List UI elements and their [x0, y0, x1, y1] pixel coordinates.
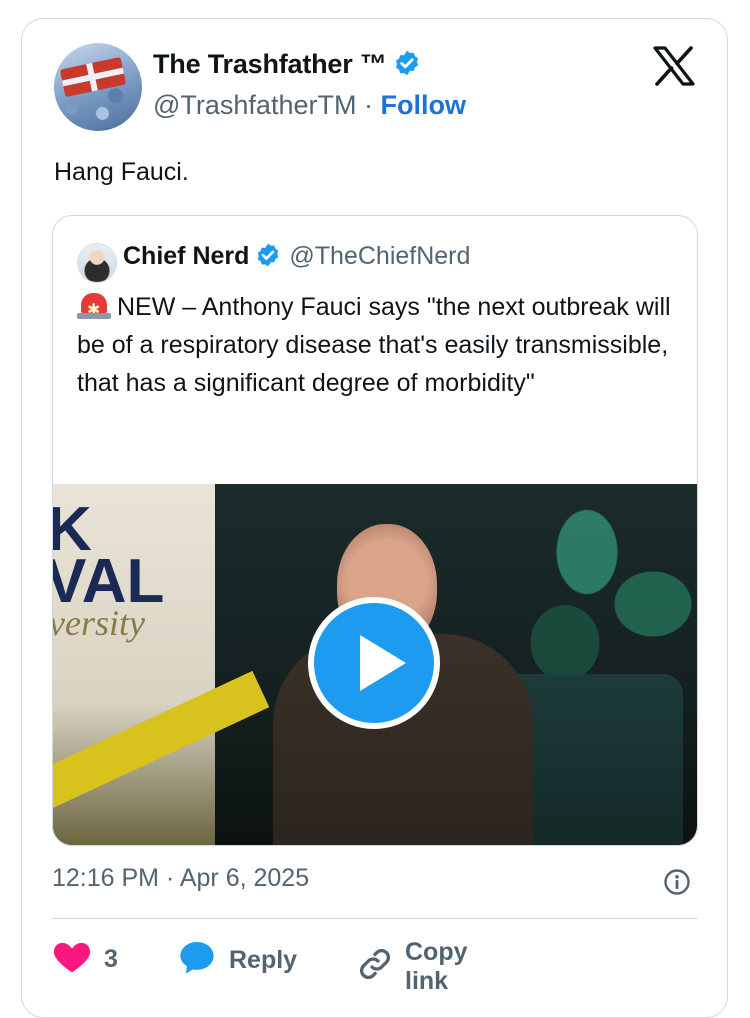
quoted-author-avatar[interactable] [77, 243, 117, 283]
copy-link-button[interactable]: Copy link [357, 938, 468, 996]
verified-badge-icon [255, 242, 281, 275]
quoted-display-name: Chief Nerd [123, 242, 250, 270]
like-button[interactable]: 3 [52, 938, 118, 981]
author-handle-row: @TrashfatherTM · Follow [153, 90, 466, 121]
reply-label: Reply [229, 946, 298, 974]
author-handle[interactable]: @TrashfatherTM [153, 90, 356, 120]
author-avatar[interactable] [54, 43, 142, 131]
video-player[interactable]: K VAL versity [53, 484, 697, 845]
reply-button[interactable]: Reply [177, 938, 297, 983]
rotating-light-icon [77, 292, 111, 330]
x-logo-icon[interactable] [652, 46, 696, 86]
copy-link-label: Copy link [405, 938, 468, 995]
author-display-name[interactable]: The Trashfather ™ [153, 49, 387, 79]
quoted-handle: @TheChiefNerd [289, 242, 471, 270]
follow-button[interactable]: Follow [380, 90, 465, 120]
reply-bubble-icon[interactable] [177, 938, 217, 983]
author-display-name-row[interactable]: The Trashfather ™ [153, 49, 421, 84]
avatar-flag-image [59, 56, 127, 98]
tweet-timestamp[interactable]: 12:16 PM · Apr 6, 2025 [52, 864, 309, 893]
handle-separator: · [363, 90, 373, 120]
quoted-tweet[interactable]: Chief Nerd @TheChiefNerd NEW – Anthony Fa… [52, 215, 698, 846]
quoted-tweet-text-block: NEW – Anthony Fauci says "the next outbr… [77, 288, 677, 402]
video-banner-sign: K VAL versity [53, 484, 270, 845]
link-icon[interactable] [357, 946, 393, 989]
play-icon[interactable] [308, 597, 440, 729]
verified-badge-icon [393, 49, 421, 84]
info-icon[interactable] [663, 868, 691, 896]
quoted-tweet-text: NEW – Anthony Fauci says "the next outbr… [77, 293, 671, 397]
tweet-text: Hang Fauci. [54, 158, 189, 186]
heart-icon[interactable] [52, 938, 92, 981]
quoted-author-row: Chief Nerd @TheChiefNerd [123, 242, 470, 275]
banner-text-3: versity [53, 603, 145, 643]
divider [52, 918, 698, 919]
like-count: 3 [104, 945, 118, 973]
